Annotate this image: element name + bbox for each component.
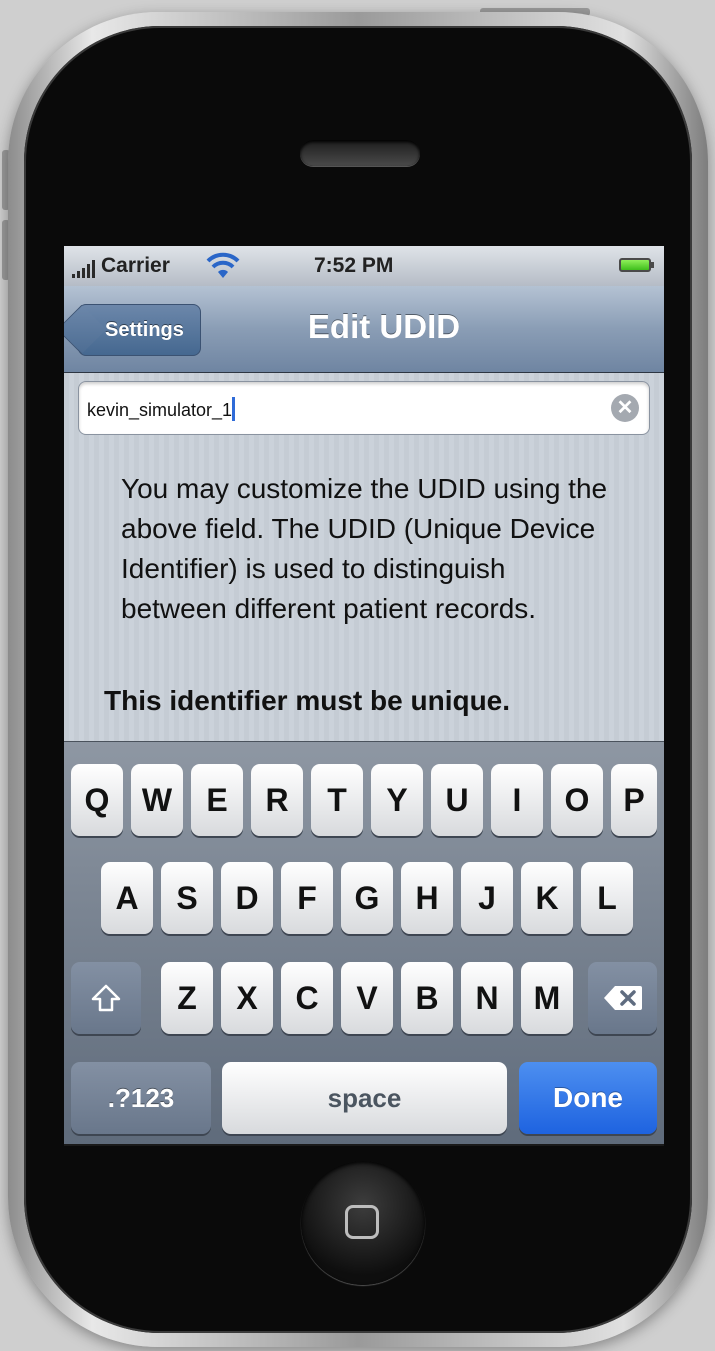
signal-strength-icon [72,258,95,278]
key-m[interactable]: M [521,962,573,1034]
status-bar: Carrier 7:52 PM [64,246,664,286]
key-f[interactable]: F [281,862,333,934]
udid-field-value: kevin_simulator_1 [87,400,233,420]
key-a[interactable]: A [101,862,153,934]
udid-field-value-wrap: kevin_simulator_1 [87,397,236,421]
key-w[interactable]: W [131,764,183,836]
back-arrow-icon [64,304,107,355]
key-y[interactable]: Y [371,764,423,836]
battery-terminal [651,262,654,268]
home-square-icon [345,1205,379,1239]
earpiece-speaker [300,140,420,166]
key-o[interactable]: O [551,764,603,836]
space-key[interactable]: space [222,1062,507,1134]
carrier-indicator: Carrier [72,254,170,278]
shift-key[interactable] [71,962,141,1034]
key-q[interactable]: Q [71,764,123,836]
key-b[interactable]: B [401,962,453,1034]
numbers-mode-key[interactable]: .?123 [71,1062,211,1134]
backspace-key[interactable] [588,962,657,1034]
key-g[interactable]: G [341,862,393,934]
key-l[interactable]: L [581,862,633,934]
key-t[interactable]: T [311,764,363,836]
battery-icon [619,258,651,272]
key-z[interactable]: Z [161,962,213,1034]
key-k[interactable]: K [521,862,573,934]
key-u[interactable]: U [431,764,483,836]
unique-warning-text: This identifier must be unique. [104,685,511,716]
wifi-icon [206,252,240,278]
back-button-label: Settings [105,319,184,341]
text-caret [232,397,236,421]
home-button[interactable] [301,1161,425,1285]
key-i[interactable]: I [491,764,543,836]
udid-text-field[interactable]: kevin_simulator_1 ✕ [78,381,650,435]
screen-bottom-edge [64,1144,664,1146]
status-time: 7:52 PM [314,254,394,277]
key-p[interactable]: P [611,764,657,836]
settings-back-button[interactable]: Settings [64,304,201,356]
key-n[interactable]: N [461,962,513,1034]
page-title: Edit UDID [307,308,461,345]
device-screen: Carrier 7:52 PM Settings Edit UDID kevin… [64,246,664,1144]
key-v[interactable]: V [341,962,393,1034]
key-h[interactable]: H [401,862,453,934]
key-x[interactable]: X [221,962,273,1034]
carrier-label: Carrier [101,254,170,277]
navigation-bar: Settings Edit UDID [64,286,664,373]
done-key[interactable]: Done [519,1062,657,1134]
content-area: kevin_simulator_1 ✕ You may customize th… [64,373,664,741]
key-r[interactable]: R [251,764,303,836]
clear-text-icon[interactable]: ✕ [611,394,639,422]
backspace-icon [603,986,642,1010]
udid-description-text: You may customize the UDID using the abo… [121,473,608,624]
key-d[interactable]: D [221,862,273,934]
key-s[interactable]: S [161,862,213,934]
key-e[interactable]: E [191,764,243,836]
onscreen-keyboard: Q W E R T Y U I O P A S D F G H J K L Z … [64,741,664,1144]
key-j[interactable]: J [461,862,513,934]
shift-arrow-icon [91,984,121,1012]
key-c[interactable]: C [281,962,333,1034]
